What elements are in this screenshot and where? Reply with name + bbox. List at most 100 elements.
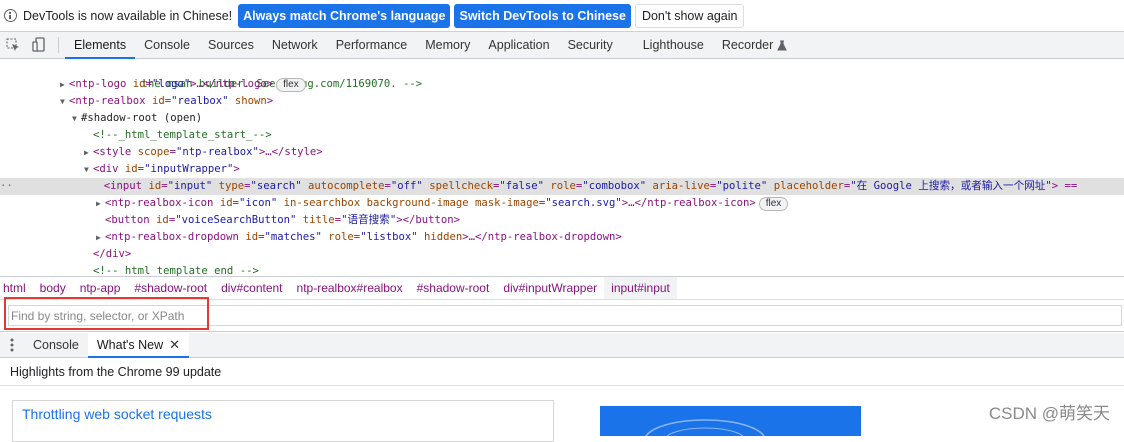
close-icon[interactable]: ✕ — [169, 337, 180, 353]
dom-line[interactable]: </div> — [0, 246, 1124, 263]
attr-name: spellcheck — [429, 180, 493, 192]
dom-line[interactable]: ▶ <ntp-logo id="logo">…</ntp-logo> flex — [0, 76, 1124, 93]
drawer-toolbar: Console What's New ✕ — [0, 333, 1124, 358]
feature-card-title[interactable]: Throttling web socket requests — [22, 406, 212, 422]
tag-tail: > — [266, 95, 274, 107]
expand-arrow-icon[interactable]: ▶ — [60, 76, 69, 93]
dom-line[interactable]: ▼ <ntp-realbox id="realbox" shown> — [0, 93, 1124, 110]
attr-name: id — [124, 163, 138, 175]
always-match-language-button[interactable]: Always match Chrome's language — [238, 3, 451, 28]
dom-line[interactable]: ▶ <ntp-realbox-icon id="icon" in-searchbo… — [0, 195, 1124, 212]
tab-network[interactable]: Network — [263, 32, 327, 58]
device-toolbar-icon[interactable] — [26, 32, 52, 58]
tag-tail: ></button> — [396, 214, 460, 226]
attr-name: id — [151, 95, 165, 107]
tab-recorder[interactable]: Recorder — [713, 32, 796, 58]
flex-badge[interactable]: flex — [758, 197, 789, 211]
expand-arrow-icon[interactable]: ▶ — [84, 144, 93, 161]
attr-name: id — [132, 78, 146, 90]
dom-line[interactable]: ▶ <style scope="ntp-realbox">…</style> — [0, 144, 1124, 161]
breadcrumb-item-active[interactable]: input#input — [604, 277, 677, 299]
attr-name: id — [245, 231, 259, 243]
tag-name: <div — [93, 163, 119, 175]
attr-value: "search" — [250, 180, 302, 192]
expand-arrow-icon[interactable]: ▶ — [96, 195, 105, 212]
whats-new-heading: Highlights from the Chrome 99 update — [0, 358, 1124, 386]
flex-badge[interactable]: flex — [276, 78, 306, 92]
tab-lighthouse[interactable]: Lighthouse — [634, 32, 713, 58]
collapse-arrow-icon[interactable]: ▼ — [72, 110, 81, 127]
attr-name: scope — [137, 146, 170, 158]
attr-name: in-searchbox — [283, 197, 361, 209]
attr-value: "search.svg" — [545, 197, 622, 209]
tab-elements[interactable]: Elements — [65, 32, 136, 59]
breadcrumb-item[interactable]: ntp-realbox#realbox — [290, 277, 410, 299]
attr-value: "realbox" — [171, 95, 229, 107]
expand-arrow-icon[interactable]: ▶ — [96, 229, 105, 246]
tab-application[interactable]: Application — [479, 32, 558, 58]
tag-name: <ntp-realbox — [69, 95, 146, 107]
comment-text: <!--_html_template_start_--> — [93, 129, 272, 141]
search-bar — [0, 300, 1124, 332]
attr-name: hidden — [423, 231, 463, 243]
attr-name: title — [302, 214, 335, 226]
tag-tail: >…</ntp-realbox-icon> — [621, 197, 756, 209]
inspect-element-icon[interactable] — [0, 32, 26, 58]
attr-name: placeholder — [773, 180, 844, 192]
attr-name: background-image — [366, 197, 469, 209]
dom-tree[interactable]: the msan builder. See crbug.com/1169070.… — [0, 59, 1124, 276]
infobar-message: DevTools is now available in Chinese! — [23, 8, 233, 23]
more-options-icon[interactable] — [0, 333, 24, 357]
selected-dom-line[interactable]: ·· <input id="input" type="search" autoco… — [0, 178, 1124, 195]
breadcrumb-item[interactable]: div#content — [214, 277, 289, 299]
tag-tail: >…</ntp-realbox-dropdown> — [462, 231, 622, 243]
feature-card[interactable]: Throttling web socket requests — [12, 400, 554, 442]
drawer-tab-whats-new-label: What's New — [96, 338, 164, 352]
tag-name: <input — [103, 180, 143, 192]
info-icon — [4, 9, 17, 22]
dont-show-again-button[interactable]: Don't show again — [634, 3, 745, 28]
attr-value: "matches" — [264, 231, 322, 243]
breadcrumb-item[interactable]: body — [33, 277, 73, 299]
dom-line[interactable]: <button id="voiceSearchButton" title="语音… — [0, 212, 1124, 229]
tag-name: <ntp-realbox-dropdown — [105, 231, 239, 243]
dom-search-input[interactable] — [8, 305, 1122, 326]
switch-to-chinese-button[interactable]: Switch DevTools to Chinese — [454, 3, 631, 28]
tag-name: <button — [105, 214, 150, 226]
tab-sources[interactable]: Sources — [199, 32, 263, 58]
attr-name: mask-image — [475, 197, 539, 209]
breadcrumb-item[interactable]: div#inputWrapper — [496, 277, 604, 299]
breadcrumb: html body ntp-app #shadow-root div#conte… — [0, 276, 1124, 300]
breadcrumb-item[interactable]: html — [0, 277, 33, 299]
breadcrumb-item[interactable]: ntp-app — [73, 277, 128, 299]
attr-value: "false" — [499, 180, 545, 192]
dom-line[interactable]: the msan builder. See crbug.com/1169070.… — [0, 59, 1124, 90]
dom-line[interactable]: ▼ #shadow-root (open) — [0, 110, 1124, 127]
tag-name: </div> — [93, 248, 132, 260]
drawer-tab-console[interactable]: Console — [24, 333, 88, 357]
breadcrumb-item[interactable]: #shadow-root — [127, 277, 214, 299]
attr-value: "logo" — [151, 78, 191, 90]
collapse-arrow-icon[interactable]: ▼ — [60, 93, 69, 110]
tab-security[interactable]: Security — [559, 32, 622, 58]
comment-text: <!--_html_template_end_--> — [93, 265, 259, 276]
tab-performance[interactable]: Performance — [327, 32, 417, 58]
dom-line[interactable]: ▶ <ntp-realbox-dropdown id="matches" role… — [0, 229, 1124, 246]
tab-memory[interactable]: Memory — [416, 32, 479, 58]
attr-value: "ntp-realbox" — [175, 146, 259, 158]
drawer-tab-whats-new[interactable]: What's New ✕ — [87, 333, 190, 358]
collapse-arrow-icon[interactable]: ▼ — [84, 161, 93, 178]
tag-name: <ntp-logo — [69, 78, 127, 90]
tab-recorder-label: Recorder — [721, 38, 774, 52]
dom-line[interactable]: <!--_html_template_start_--> — [0, 127, 1124, 144]
dom-line[interactable]: <!--_html_template_end_--> — [0, 263, 1124, 276]
csdn-watermark: CSDN @萌笑天 — [988, 404, 1110, 423]
attr-name: aria-live — [652, 180, 710, 192]
dom-line[interactable]: ▼ <div id="inputWrapper"> — [0, 161, 1124, 178]
attr-value: "polite" — [716, 180, 768, 192]
attr-value: "input" — [167, 180, 213, 192]
breadcrumb-item[interactable]: #shadow-root — [410, 277, 497, 299]
attr-value: "combobox" — [582, 180, 647, 192]
attr-name: id — [219, 197, 233, 209]
tab-console[interactable]: Console — [135, 32, 199, 58]
